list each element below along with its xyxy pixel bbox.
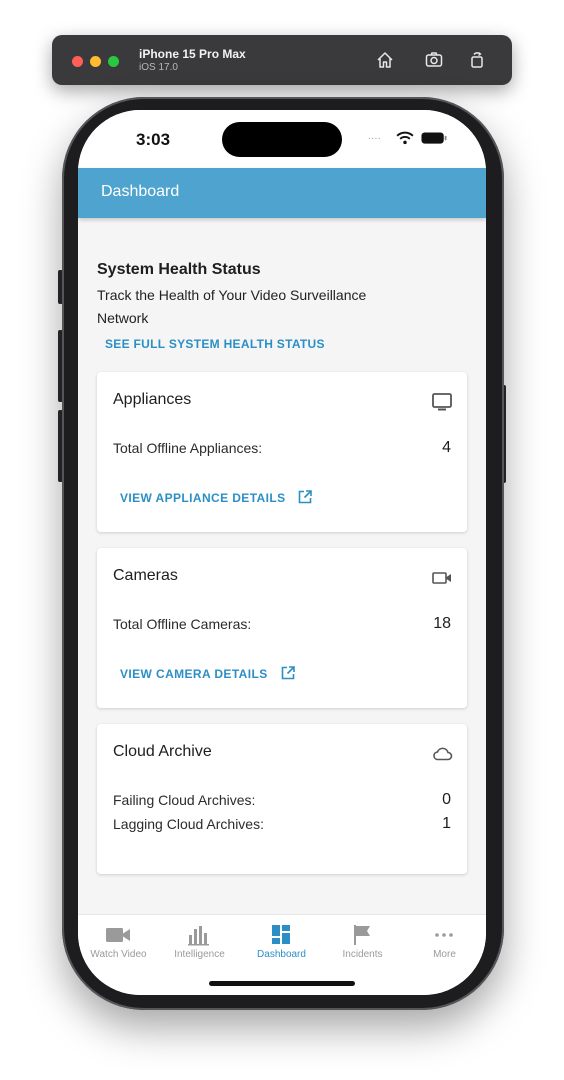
monitor-icon xyxy=(432,393,452,411)
nav-label-intelligence: Intelligence xyxy=(174,949,225,960)
offline-cameras-label: Total Offline Cameras: xyxy=(113,616,252,632)
nav-label-dashboard: Dashboard xyxy=(257,949,306,960)
nav-item-more[interactable]: More xyxy=(404,915,485,975)
signal-dots: .... xyxy=(368,131,382,142)
nav-label-incidents: Incidents xyxy=(342,949,383,960)
rotate-icon[interactable] xyxy=(467,50,487,70)
nav-item-watch-video[interactable]: Watch Video xyxy=(78,915,159,975)
nav-item-intelligence[interactable]: Intelligence xyxy=(159,915,240,975)
see-full-health-status-link[interactable]: SEE FULL SYSTEM HEALTH STATUS xyxy=(105,337,325,351)
status-bar: 3:03 .... xyxy=(78,110,486,168)
nav-label-watch-video: Watch Video xyxy=(90,949,147,960)
minimize-window-button[interactable] xyxy=(90,56,101,67)
external-link-icon[interactable] xyxy=(297,489,313,505)
health-section-title: System Health Status xyxy=(97,261,261,278)
lagging-archives-value: 1 xyxy=(442,815,451,832)
health-section-subtitle: Track the Health of Your Video Surveilla… xyxy=(97,287,367,326)
screenshot-icon[interactable] xyxy=(424,50,444,70)
wifi-icon xyxy=(396,131,414,145)
simulator-toolbar: iPhone 15 Pro Max iOS 17.0 xyxy=(52,35,512,85)
cloud-archive-card: Cloud Archive Failing Cloud Archives: 0 … xyxy=(97,724,467,874)
nav-item-incidents[interactable]: Incidents xyxy=(322,915,403,975)
close-window-button[interactable] xyxy=(72,56,83,67)
nav-item-dashboard[interactable]: Dashboard xyxy=(241,915,322,975)
simulator-os-version: iOS 17.0 xyxy=(139,62,178,73)
cloud-icon xyxy=(433,747,453,761)
battery-icon xyxy=(421,132,447,144)
page-title: Dashboard xyxy=(101,183,180,200)
offline-appliances-label: Total Offline Appliances: xyxy=(113,440,263,456)
simulator-device-name: iPhone 15 Pro Max xyxy=(139,47,246,61)
dashboard-icon xyxy=(272,925,290,944)
bar-chart-icon xyxy=(188,926,209,946)
failing-archives-label: Failing Cloud Archives: xyxy=(113,792,256,808)
lagging-archives-label: Lagging Cloud Archives: xyxy=(113,816,264,832)
cameras-card-title: Cameras xyxy=(113,567,178,584)
failing-archives-value: 0 xyxy=(442,791,451,808)
phone-screen: 3:03 .... Dashboard System Health Status… xyxy=(78,110,486,995)
home-indicator[interactable] xyxy=(209,981,355,986)
video-camera-icon xyxy=(106,928,130,942)
view-camera-details-link[interactable]: VIEW CAMERA DETAILS xyxy=(120,667,268,681)
zoom-window-button[interactable] xyxy=(108,56,119,67)
external-link-icon[interactable] xyxy=(280,665,296,681)
offline-cameras-value: 18 xyxy=(433,615,451,632)
nav-label-more: More xyxy=(433,949,456,960)
app-bar: Dashboard xyxy=(78,168,486,218)
video-camera-icon xyxy=(432,572,451,584)
more-dots-icon xyxy=(435,933,453,937)
dynamic-island xyxy=(222,122,342,157)
status-time: 3:03 xyxy=(136,130,171,149)
cameras-card: Cameras Total Offline Cameras: 18 VIEW C… xyxy=(97,548,467,708)
appliances-card-title: Appliances xyxy=(113,391,192,408)
bottom-nav: Watch Video Intelligence Dashboard Incid… xyxy=(78,914,486,995)
flag-icon xyxy=(354,925,370,945)
view-appliance-details-link[interactable]: VIEW APPLIANCE DETAILS xyxy=(120,491,285,505)
home-icon[interactable] xyxy=(375,50,395,70)
appliances-card: Appliances Total Offline Appliances: 4 V… xyxy=(97,372,467,532)
offline-appliances-value: 4 xyxy=(442,439,451,456)
cloud-archive-card-title: Cloud Archive xyxy=(113,743,212,760)
